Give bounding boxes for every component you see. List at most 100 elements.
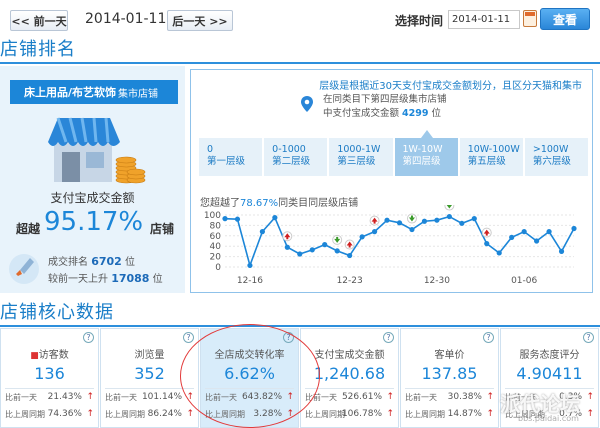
data-point: [259, 229, 265, 235]
metric-compare-week: 比上周同期 3.28% ↑: [205, 409, 294, 419]
data-point: [384, 217, 390, 223]
data-point: [571, 225, 577, 232]
metric-compare-day: 比前一天 30.38% ↑: [405, 392, 494, 402]
exceed-stat: 超越 95.17% 店铺: [12, 207, 182, 241]
tier-1[interactable]: 0 第一层级: [199, 138, 263, 176]
metric-title: 服务态度评分: [519, 350, 580, 361]
data-point: [396, 220, 403, 226]
tier-info-unit: 位: [431, 108, 442, 119]
tier-note: 层级是根据近30天支付宝成交金额划分，且区分天猫和集市: [319, 81, 582, 92]
change-value: 17088: [111, 272, 150, 285]
metric-compare-day: 比前一天 101.14% ↑: [105, 392, 194, 402]
data-point: [471, 216, 477, 222]
up-arrow-icon: ↑: [286, 409, 294, 419]
rank-trend-chart: 100806040200 12-16 12-23 12-30 01-06: [204, 205, 577, 286]
x-tick-label: 01-06: [511, 276, 537, 286]
up-arrow-icon: ↑: [86, 392, 94, 402]
tier-info-prefix: 中支付宝成交金额: [323, 108, 400, 119]
tier-name: 第四层级: [402, 156, 441, 167]
data-point: [509, 234, 515, 240]
help-icon[interactable]: ?: [83, 332, 94, 343]
location-pin-icon: [301, 96, 313, 112]
y-tick-label: 100: [204, 211, 221, 221]
metric-card[interactable]: ? 客单价 137.85 比前一天 30.38% ↑ 比上周同期 14.87% ↑: [400, 328, 499, 428]
watermark: 派代论坛: [500, 392, 580, 416]
exceed-percent: 95.17%: [44, 207, 144, 237]
tier-name: 第五层级: [467, 156, 506, 167]
data-point: [309, 247, 315, 253]
help-icon[interactable]: ?: [183, 332, 194, 343]
help-icon[interactable]: ?: [283, 332, 294, 343]
metric-title: 客单价: [434, 350, 465, 361]
metric-card[interactable]: ? ■访客数 136 比前一天 21.43% ↑ 比上周同期 74.36% ↑: [0, 328, 99, 428]
search-button[interactable]: 查看: [540, 8, 590, 30]
data-point: [322, 242, 328, 248]
up-arrow-icon: ↑: [86, 409, 94, 419]
shop-icon: [48, 117, 146, 184]
tier-4[interactable]: 1W-10W 第四层级: [394, 130, 458, 176]
tier-info-line1: 在同类目下第四层级集市店铺: [323, 94, 447, 105]
tier-5[interactable]: 10W-100W 第五层级: [459, 138, 523, 176]
tier-info-rank: 4299: [402, 108, 429, 119]
rank-line: 成交排名 6702 位: [48, 253, 135, 268]
metric-divider: [405, 388, 494, 389]
metric-value: 137.85: [421, 364, 478, 383]
data-point: [359, 234, 365, 240]
rank-box: 成交排名 6702 位 较前一天上升 17088 位: [8, 250, 178, 290]
data-point: [421, 218, 428, 224]
tier-name: 第二层级: [272, 156, 311, 167]
next-day-button[interactable]: 后一天 >>: [167, 10, 233, 31]
current-date: 2014-01-11: [85, 11, 167, 27]
pay-amount-label: 支付宝成交金额: [50, 191, 135, 205]
select-time-label: 选择时间: [395, 14, 444, 28]
date-input[interactable]: 2014-01-11: [448, 10, 520, 29]
metric-divider: [5, 388, 94, 389]
metric-divider: [305, 388, 394, 389]
rank-change-line: 较前一天上升 17088 位: [48, 270, 163, 285]
metric-card[interactable]: ? 全店成交转化率 6.62% 比前一天 643.82% ↑ 比上周同期 3.28% ↑: [200, 328, 299, 428]
metric-card[interactable]: ? 支付宝成交金额 1,240.68 比前一天 526.61% ↑ 比上周同期 106.78%…: [300, 328, 399, 428]
prev-day-button[interactable]: << 前一天: [10, 10, 68, 31]
help-icon[interactable]: ?: [483, 332, 494, 343]
data-point: [534, 238, 540, 244]
help-icon[interactable]: ?: [583, 332, 594, 343]
y-tick-label: 40: [210, 242, 222, 252]
data-point: [347, 252, 353, 259]
exceed-suffix: 店铺: [150, 222, 175, 236]
data-point: [496, 250, 502, 256]
tier-range: 0: [207, 144, 214, 155]
help-icon[interactable]: ?: [383, 332, 394, 343]
calendar-icon[interactable]: [523, 10, 537, 27]
up-arrow-icon: ↑: [486, 409, 494, 419]
tier-range: >100W: [532, 144, 569, 155]
metric-title: ■访客数: [30, 350, 69, 361]
tier-bar: 0 第一层级 0-1000 第二层级 1000-1W 第三层级 1W-10W 第四层级 …: [199, 130, 589, 176]
category-badge: 床上用品/布艺软饰 集市店铺: [10, 80, 178, 104]
data-point: [297, 251, 303, 257]
section-shop-ranking: 店铺排名: [0, 38, 600, 64]
metric-compare-day: 比前一天 526.61% ↑: [305, 392, 394, 402]
tier-name: 第三层级: [337, 156, 376, 167]
top-bar: << 前一天 2014-01-11 后一天 >> 选择时间 2014-01-11…: [0, 0, 600, 38]
up-arrow-icon: ↑: [486, 392, 494, 402]
metric-compare-day: 比前一天 21.43% ↑: [5, 392, 94, 402]
up-arrow-icon: ↑: [586, 409, 594, 419]
metric-compare-week: 比上周同期 106.78% ↑: [305, 409, 394, 419]
category-name: 床上用品/布艺软饰: [24, 86, 117, 99]
metric-compare-day: 比前一天 643.82% ↑: [205, 392, 294, 402]
data-point: [247, 262, 253, 269]
metric-card[interactable]: ? 浏览量 352 比前一天 101.14% ↑ 比上周同期 86.24% ↑: [100, 328, 199, 428]
data-point: [371, 229, 378, 235]
tier-2[interactable]: 0-1000 第二层级: [264, 138, 328, 176]
metric-value: 6.62%: [224, 364, 275, 383]
metric-divider: [205, 388, 294, 389]
tier-3[interactable]: 1000-1W 第三层级: [329, 138, 393, 176]
up-arrow-icon: ↑: [186, 392, 194, 402]
data-point: [434, 217, 440, 223]
tier-6[interactable]: >100W 第六层级: [524, 138, 589, 176]
section-title: 店铺排名: [0, 39, 76, 60]
data-point: [558, 248, 565, 254]
x-tick-label: 12-16: [237, 276, 263, 286]
tier-range: 1000-1W: [337, 144, 381, 155]
category-sub: 集市店铺: [118, 88, 159, 100]
